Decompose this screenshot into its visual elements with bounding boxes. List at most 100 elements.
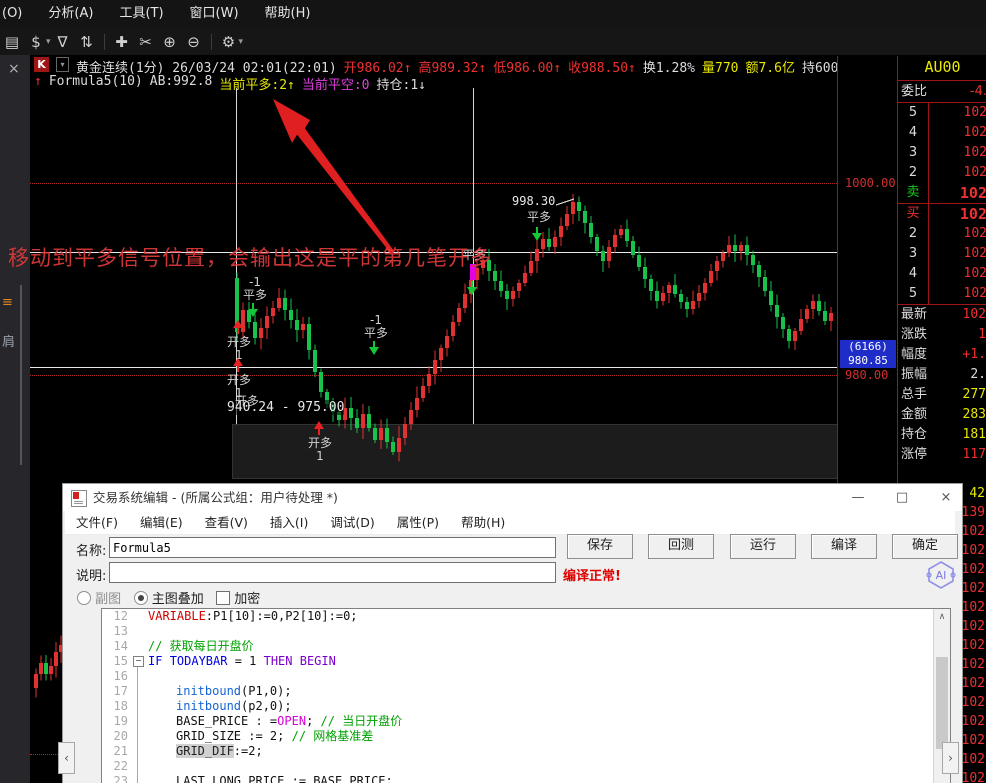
- radio-subchart[interactable]: [77, 591, 91, 605]
- code-line-17: 17 initbound(P1,0);: [113, 684, 292, 698]
- menubar: (O) 分析(A) 工具(T) 窗口(W) 帮助(H): [0, 0, 986, 28]
- zoom-out-icon[interactable]: ⊖: [182, 33, 206, 51]
- orderbook-row: 2 102: [898, 163, 986, 183]
- orderbook-row: 2 102: [898, 224, 986, 244]
- dialog-title: 交易系统编辑 - (所属公式组：用户待处理 *): [93, 490, 338, 505]
- document-icon[interactable]: ▤: [0, 33, 24, 51]
- tail-value: 102: [961, 733, 985, 748]
- hscroll-right-button[interactable]: ›: [942, 742, 959, 774]
- code-editor[interactable]: 12 VARIABLE:P1[10]:=0,P2[10]:=0; 13 14// 获取…: [101, 608, 951, 783]
- orderbook-body: 委比 -4. 5 102 4 102 3 102 2 102 卖 102 买 102 2 102 3 102 4 10…: [898, 81, 986, 465]
- annotation-text: 移动到平多信号位置，会输出这是平的第几笔开多: [8, 246, 492, 270]
- dollar-icon[interactable]: $: [24, 33, 48, 51]
- save-button[interactable]: 保存: [567, 534, 633, 559]
- dialog-menu-properties[interactable]: 属性(P): [386, 511, 450, 534]
- orderbook-row: 买 102: [898, 203, 986, 224]
- zoom-in-icon[interactable]: ⊕: [158, 33, 182, 51]
- overlay-options: 副图 主图叠加 加密: [77, 588, 260, 607]
- sidebar-scrollbar[interactable]: [20, 285, 22, 465]
- tail-value: 102: [961, 581, 985, 596]
- maximize-button[interactable]: □: [887, 484, 917, 511]
- sort-icon[interactable]: ⇅: [75, 33, 99, 51]
- current-price-count: (6166): [848, 340, 888, 353]
- dialog-menu-help[interactable]: 帮助(H): [450, 511, 516, 534]
- weibi-row: 委比 -4.: [898, 81, 986, 103]
- eraser-icon[interactable]: ✂: [134, 33, 158, 51]
- down-arrow-icon: [466, 281, 478, 295]
- radio-mainchart[interactable]: [133, 591, 148, 605]
- up-arrow-icon: [232, 320, 244, 334]
- tail-value: 102: [961, 562, 985, 577]
- dialog-menubar: 文件(F) 编辑(E) 查看(V) 插入(I) 调试(D) 属性(P) 帮助(H): [65, 511, 955, 535]
- tail-value: 42: [969, 486, 985, 501]
- axis-label-upper: 1000.00: [845, 176, 896, 190]
- sidebar-tab-label[interactable]: 肩: [2, 331, 15, 350]
- stat-row-振幅: 振幅 2.: [901, 367, 986, 382]
- tail-value: 139: [961, 505, 985, 520]
- minimize-button[interactable]: —: [843, 484, 873, 511]
- backtest-button[interactable]: 回测: [648, 534, 714, 559]
- compile-button[interactable]: 编译: [811, 534, 877, 559]
- toolbar-separator: [210, 33, 212, 50]
- description-label: 说明:: [76, 569, 107, 584]
- left-sidebar: × ≡ 肩: [0, 55, 30, 783]
- axis-label-lower: 980.00: [845, 368, 889, 382]
- hscroll-left-button[interactable]: ‹: [58, 742, 75, 774]
- code-line-16: 16: [113, 669, 128, 683]
- scrollbar-thumb[interactable]: [936, 657, 948, 749]
- description-field[interactable]: [109, 562, 556, 583]
- close-icon[interactable]: ×: [8, 61, 20, 77]
- peak-price-label: 998.30: [512, 194, 556, 208]
- encrypt-checkbox[interactable]: [216, 591, 231, 605]
- encrypt-label: 加密: [234, 592, 261, 607]
- tail-value: 102: [961, 752, 985, 767]
- formula-doc-icon: [71, 490, 87, 507]
- menu-item-3[interactable]: 窗口(W): [177, 0, 252, 28]
- tail-value: 102: [961, 524, 985, 539]
- signal-marker: -1 平多: [242, 275, 267, 302]
- scroll-up-icon[interactable]: ∧: [934, 609, 950, 625]
- tail-value: 102: [961, 676, 985, 691]
- dialog-menu-view[interactable]: 查看(V): [194, 511, 259, 534]
- run-button[interactable]: 运行: [730, 534, 796, 559]
- stat-row-金额: 金额 283: [901, 407, 986, 422]
- fold-toggle-icon[interactable]: −: [133, 656, 144, 667]
- dialog-menu-insert[interactable]: 插入(I): [259, 511, 319, 534]
- orderbook-row: 5 102: [898, 103, 986, 123]
- current-price-box: (6166) 980.85: [840, 340, 896, 368]
- toolbar-separator: [103, 33, 105, 50]
- dialog-menu-debug[interactable]: 调试(D): [319, 511, 385, 534]
- name-label: 名称:: [76, 544, 107, 559]
- compile-status-text: 编译正常!: [563, 569, 621, 584]
- menu-item-4[interactable]: 帮助(H): [252, 0, 324, 28]
- signal-marker: 平多: [526, 210, 551, 224]
- gear-icon-caret[interactable]: ▾: [239, 37, 244, 47]
- code-line-19: 19 BASE_PRICE : =OPEN; // 当日开盘价: [113, 714, 403, 728]
- move-icon[interactable]: ✚: [110, 33, 134, 51]
- filter-icon[interactable]: ∇: [51, 33, 75, 51]
- down-arrow-icon: [531, 227, 543, 241]
- radio-mainchart-label: 主图叠加: [151, 592, 204, 607]
- svg-text:AI: AI: [936, 569, 947, 582]
- confirm-button[interactable]: 确定: [892, 534, 958, 559]
- dialog-menu-file[interactable]: 文件(F): [65, 511, 129, 534]
- stat-row-持仓: 持仓 181: [901, 427, 986, 442]
- close-button[interactable]: ×: [931, 484, 961, 511]
- down-arrow-icon: [247, 303, 259, 317]
- gear-icon[interactable]: ⚙: [217, 33, 241, 51]
- orderbook-row: 4 102: [898, 264, 986, 284]
- dialog-menu-edit[interactable]: 编辑(E): [129, 511, 194, 534]
- menu-item-1[interactable]: 分析(A): [35, 0, 106, 28]
- menu-item-2[interactable]: 工具(T): [106, 0, 176, 28]
- menu-item-0[interactable]: (O): [0, 0, 35, 28]
- sidebar-tab-icon[interactable]: ≡: [2, 295, 13, 310]
- down-arrow-icon: [368, 341, 380, 355]
- dialog-titlebar[interactable]: 交易系统编辑 - (所属公式组：用户待处理 *) — □ ×: [63, 484, 962, 511]
- trade-system-editor-dialog[interactable]: 交易系统编辑 - (所属公式组：用户待处理 *) — □ × 文件(F) 编辑(E…: [62, 483, 963, 783]
- ai-assistant-icon[interactable]: AI: [924, 560, 958, 590]
- code-line-14: 14// 获取每日开盘价: [113, 639, 254, 653]
- up-arrow-icon: [313, 421, 325, 435]
- name-field[interactable]: [109, 537, 556, 558]
- code-line-23: 23 LAST_LONG_PRICE := BASE_PRICE;: [113, 774, 393, 783]
- orderbook-row: 3 102: [898, 143, 986, 163]
